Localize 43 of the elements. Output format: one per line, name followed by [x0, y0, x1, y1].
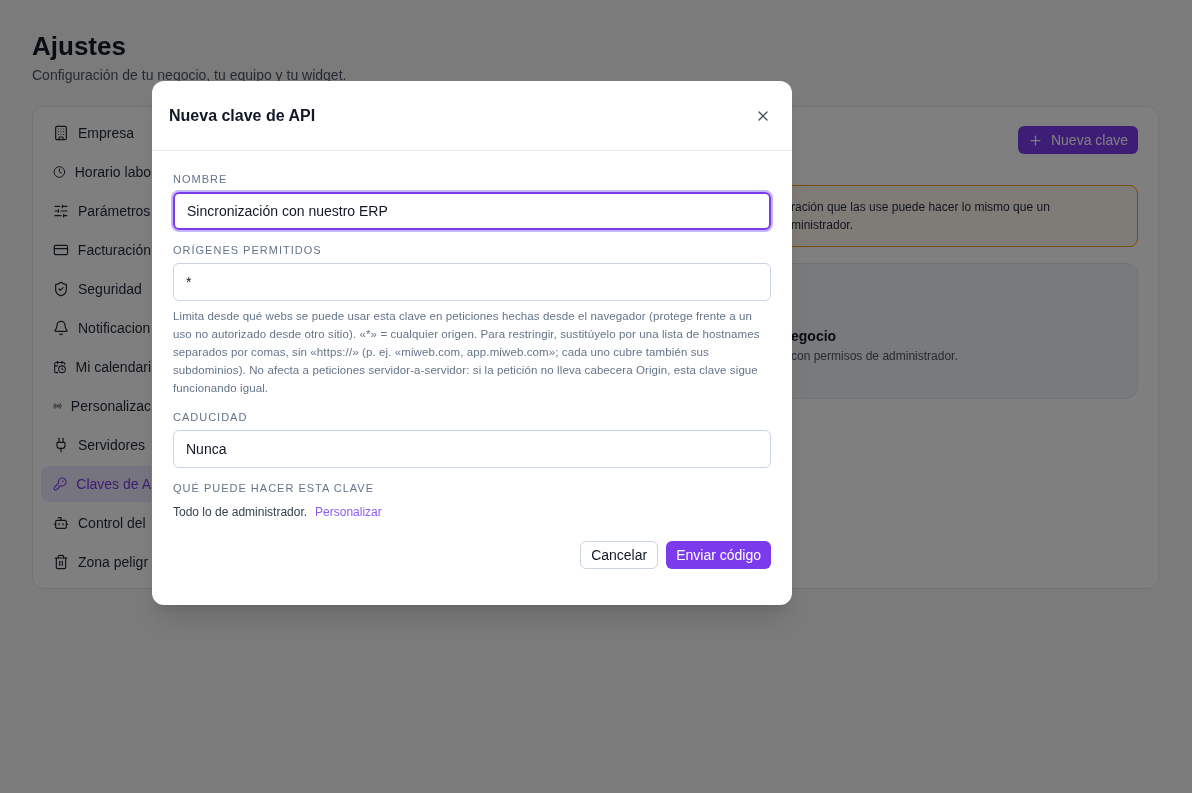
- field-label: CADUCIDAD: [173, 410, 249, 424]
- credit-card-icon: [53, 242, 69, 258]
- warning-text: ración que las use puede hacer lo mismo que un: [791, 199, 1051, 216]
- sidebar-item[interactable]: Mi calendari: [41, 349, 151, 385]
- cancel-button[interactable]: Cancelar: [580, 541, 659, 569]
- new-key-button[interactable]: Nueva clave: [1017, 126, 1138, 154]
- warning-text: ministrador.: [791, 217, 855, 234]
- key-icon: [53, 476, 68, 492]
- input-field[interactable]: Nunca: [173, 430, 771, 468]
- sidebar-item[interactable]: Facturación: [41, 232, 151, 268]
- input-field[interactable]: Sincronización con nuestro ERP: [173, 192, 771, 230]
- clock-icon: [53, 164, 66, 180]
- sidebar-item[interactable]: Control del: [41, 505, 151, 541]
- shield-icon: [53, 281, 69, 297]
- sidebar-item[interactable]: Zona peligr: [41, 544, 151, 580]
- card-text: con permisos de administrador.: [791, 348, 959, 365]
- page-title: Ajustes: [32, 30, 127, 62]
- bell-icon: [53, 320, 69, 336]
- sidebar-item[interactable]: Servidores: [41, 427, 151, 463]
- sidebar-item[interactable]: Seguridad: [41, 271, 151, 307]
- field-label: NOMBRE: [173, 172, 229, 186]
- sidebar-item[interactable]: Notificacion: [41, 310, 151, 346]
- help-text: Limita desde qué webs se puede usar esta clave en peticiones hechas desde el navegador (protege frente a un uso no autorizado desde otro sitio). «*» = cualquier origen. Para restringir, sustitúyelo por una lista de hostnames separados por comas, sin «https://» (p. ej. «miweb.com, app.miweb.com»; cada uno cubre también sus subdominios). No afecta a peticiones servidor-a-servidor: si la petición no lleva cabecera Origin, esta clave sigue funcionando igual.: [173, 309, 761, 396]
- sliders-icon: [53, 203, 69, 219]
- plus-icon: [1027, 132, 1043, 148]
- customize-link[interactable]: Personalizar: [315, 503, 382, 521]
- field-label: QUÉ PUEDE HACER ESTA CLAVE: [173, 481, 376, 495]
- input-field[interactable]: *: [173, 263, 771, 301]
- sidebar-item[interactable]: Claves de A: [41, 466, 151, 502]
- sidebar-item[interactable]: Parámetros: [41, 193, 151, 229]
- plug-icon: [53, 437, 69, 453]
- card-title: egocio: [791, 327, 838, 346]
- permissions-text: Todo lo de administrador.: [173, 504, 308, 521]
- sidebar-item[interactable]: Horario labo: [41, 154, 151, 190]
- sidebar-item[interactable]: Empresa: [41, 115, 151, 151]
- dialog-title: Nueva clave de API: [169, 105, 316, 126]
- field-label: ORÍGENES PERMITIDOS: [173, 243, 323, 257]
- sidebar-item[interactable]: Personalizac: [41, 388, 151, 424]
- building-icon: [53, 125, 69, 141]
- robot-icon: [53, 515, 69, 531]
- calendar-clock-icon: [53, 359, 67, 375]
- submit-button[interactable]: Enviar código: [666, 541, 771, 569]
- trash-icon: [53, 554, 69, 570]
